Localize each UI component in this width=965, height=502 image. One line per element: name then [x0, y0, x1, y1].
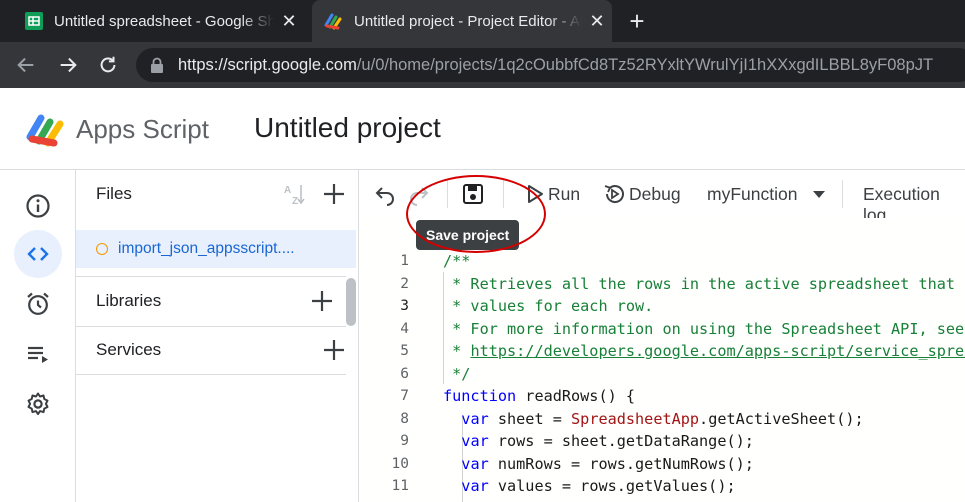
- code-line: * https://developers.google.com/apps-scr…: [443, 342, 965, 360]
- url-host: https://script.google.com: [178, 55, 357, 74]
- svg-text:A: A: [284, 185, 291, 196]
- chevron-down-icon[interactable]: [813, 191, 825, 198]
- libraries-header[interactable]: Libraries: [76, 277, 359, 325]
- overview-button[interactable]: [14, 182, 62, 230]
- file-name: import_json_appsscript....: [118, 240, 295, 257]
- divider: [76, 374, 346, 375]
- toolbar-separator: [842, 180, 843, 208]
- file-item[interactable]: import_json_appsscript....: [76, 230, 356, 268]
- line-number: 3: [400, 298, 409, 314]
- code-line: /**: [443, 252, 471, 270]
- line-number: 11: [391, 478, 409, 494]
- code-icon: [27, 247, 49, 261]
- tab-close-icon[interactable]: ✕: [274, 11, 304, 32]
- run-button[interactable]: Run: [548, 184, 580, 205]
- files-panel: Files A Z import_json_appsscript.... Lib…: [76, 170, 359, 502]
- line-number: 8: [400, 410, 409, 427]
- tab-title: Untitled project - Project Editor - Apps…: [354, 12, 582, 30]
- project-title[interactable]: Untitled project: [254, 112, 441, 144]
- unsaved-indicator-icon: [96, 243, 108, 255]
- line-number: 9: [400, 433, 409, 449]
- code-line: var rows = sheet.getDataRange();: [461, 432, 754, 450]
- tab-apps-script[interactable]: Untitled project - Project Editor - Apps…: [312, 0, 612, 42]
- line-number: 5: [400, 343, 409, 359]
- apps-script-logo-icon: [26, 114, 64, 147]
- debug-icon[interactable]: [603, 182, 627, 206]
- add-service-icon[interactable]: [321, 337, 347, 363]
- save-project-tooltip: Save project: [416, 220, 520, 250]
- reload-icon[interactable]: [94, 51, 122, 79]
- executions-icon: [28, 346, 48, 363]
- left-navigation-rail: [0, 170, 76, 502]
- url-path: /u/0/home/projects/1q2cOubbfCd8Tz52RYxlt…: [356, 55, 934, 74]
- settings-icon: [27, 392, 49, 416]
- tab-sheets[interactable]: Untitled spreadsheet - Google Sheets ✕: [14, 0, 304, 42]
- redo-icon[interactable]: [407, 182, 431, 206]
- files-title: Files: [96, 184, 132, 203]
- tab-title: Untitled spreadsheet - Google Sheets: [54, 12, 274, 30]
- line-number-gutter: 1 2 3 4 5 6 7 8 9 10 11: [359, 250, 419, 498]
- code-line: var numRows = rows.getNumRows();: [461, 454, 754, 473]
- code-editor[interactable]: 1 2 3 4 5 6 7 8 9 10 11 /** * Retrieves …: [359, 218, 965, 502]
- code-line: * values for each row.: [443, 297, 654, 315]
- back-icon[interactable]: [12, 51, 40, 79]
- browser-toolbar: https://script.google.com/u/0/home/proje…: [0, 42, 965, 88]
- editor-toolbar: Run Debug myFunction Execution log: [359, 170, 965, 225]
- panel-scrollbar[interactable]: [346, 278, 356, 326]
- svg-text:Z: Z: [292, 196, 298, 206]
- triggers-button[interactable]: [14, 280, 62, 328]
- tab-close-icon[interactable]: ✕: [582, 11, 612, 32]
- info-icon: [26, 194, 50, 218]
- line-number: 10: [391, 455, 409, 472]
- toolbar-separator: [503, 180, 504, 208]
- line-number: 4: [400, 320, 409, 337]
- save-icon[interactable]: [461, 182, 485, 206]
- apps-script-favicon-icon: [324, 13, 342, 30]
- code-lines: /** * Retrieves all the rows in the acti…: [443, 250, 965, 498]
- new-tab-button[interactable]: +: [622, 6, 652, 36]
- add-library-icon[interactable]: [309, 288, 335, 314]
- undo-icon[interactable]: [373, 182, 397, 206]
- app-header: Apps Script Untitled project: [0, 88, 965, 170]
- project-settings-button[interactable]: [14, 380, 62, 428]
- line-number: 2: [400, 275, 409, 292]
- code-line: var sheet = SpreadsheetApp.getActiveShee…: [461, 409, 864, 428]
- services-header[interactable]: Services: [76, 326, 359, 374]
- run-icon[interactable]: [523, 182, 547, 206]
- debug-button[interactable]: Debug: [629, 184, 681, 205]
- code-line: * Retrieves all the rows in the active s…: [452, 274, 965, 293]
- lock-icon: [151, 57, 163, 73]
- libraries-title: Libraries: [96, 291, 162, 310]
- executions-button[interactable]: [14, 330, 62, 378]
- app-name: Apps Script: [76, 114, 209, 144]
- code-line: * For more information on using the Spre…: [443, 319, 965, 338]
- line-number: 1: [400, 253, 409, 269]
- browser-tab-strip: Untitled spreadsheet - Google Sheets ✕ U…: [0, 0, 965, 42]
- forward-icon[interactable]: [54, 51, 82, 79]
- code-line: */: [443, 364, 471, 383]
- sort-az-icon[interactable]: A Z: [281, 182, 307, 206]
- line-number: 6: [400, 365, 409, 382]
- code-line: var values = rows.getValues();: [461, 477, 736, 495]
- alarm-icon: [27, 292, 49, 315]
- sheets-icon: [25, 12, 43, 30]
- services-title: Services: [96, 340, 162, 359]
- line-number: 7: [400, 388, 409, 404]
- toolbar-separator: [447, 180, 448, 208]
- add-file-icon[interactable]: [321, 181, 347, 207]
- address-bar[interactable]: https://script.google.com/u/0/home/proje…: [136, 48, 965, 82]
- function-select[interactable]: myFunction: [707, 184, 797, 205]
- files-header: Files A Z: [76, 170, 359, 218]
- code-line: function readRows() {: [443, 387, 636, 405]
- editor-button[interactable]: [14, 230, 62, 278]
